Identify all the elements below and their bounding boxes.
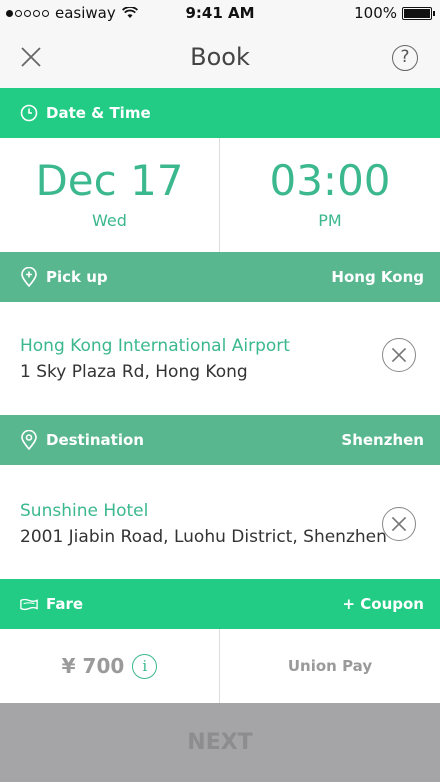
- battery-percent: 100%: [354, 4, 397, 22]
- pickup-header: Pick up Hong Kong: [0, 252, 440, 302]
- destination-place-name: Sunshine Hotel: [20, 501, 149, 521]
- pickup-region[interactable]: Hong Kong: [331, 268, 424, 286]
- coupon-button[interactable]: + Coupon: [342, 595, 424, 613]
- pickup-street-address: 1 Sky Plaza Rd, Hong Kong: [20, 362, 248, 382]
- destination-header: Destination Shenzhen: [0, 415, 440, 465]
- fare-label: Fare: [46, 595, 84, 613]
- destination-pin-icon: [20, 430, 38, 450]
- help-icon[interactable]: ?: [392, 45, 418, 71]
- fare-amount-cell: ¥ 700 i: [0, 629, 220, 703]
- date-time-label: Date & Time: [46, 104, 151, 122]
- weekday-value: Wed: [92, 211, 127, 230]
- time-value: 03:00: [269, 156, 391, 205]
- clear-destination-icon[interactable]: [382, 507, 416, 541]
- battery-icon: [402, 6, 435, 20]
- date-time-picker: Dec 17 Wed 03:00 PM: [0, 138, 440, 252]
- destination-region[interactable]: Shenzhen: [341, 431, 424, 449]
- status-right: 100%: [354, 4, 435, 22]
- pickup-address-card[interactable]: Hong Kong International Airport 1 Sky Pl…: [0, 302, 440, 416]
- payment-method: Union Pay: [287, 657, 373, 675]
- time-selector[interactable]: 03:00 PM: [220, 138, 440, 252]
- payment-method-cell[interactable]: Union Pay: [220, 629, 440, 703]
- meridiem-value: PM: [318, 211, 342, 230]
- next-button[interactable]: NEXT: [0, 703, 440, 782]
- pickup-pin-icon: [20, 267, 38, 287]
- destination-street-address: 2001 Jiabin Road, Luohu District, Shenzh…: [20, 527, 387, 547]
- clear-pickup-icon[interactable]: [382, 338, 416, 372]
- destination-address-card[interactable]: Sunshine Hotel 2001 Jiabin Road, Luohu D…: [0, 465, 440, 579]
- page-title: Book: [190, 43, 250, 71]
- pickup-label: Pick up: [46, 268, 108, 286]
- date-time-header: Date & Time: [0, 88, 440, 138]
- clock-icon: [20, 104, 38, 122]
- pickup-place-name: Hong Kong International Airport: [20, 336, 290, 356]
- nav-bar: Book ?: [0, 26, 440, 88]
- destination-label: Destination: [46, 431, 144, 449]
- date-value: Dec 17: [35, 156, 184, 205]
- banknote-icon: [20, 595, 38, 613]
- fare-row: ¥ 700 i Union Pay: [0, 629, 440, 703]
- status-bar: easiway 9:41 AM 100%: [0, 0, 440, 26]
- info-icon[interactable]: i: [132, 653, 158, 679]
- date-selector[interactable]: Dec 17 Wed: [0, 138, 220, 252]
- fare-header: Fare + Coupon: [0, 579, 440, 629]
- fare-amount: ¥ 700: [61, 654, 125, 678]
